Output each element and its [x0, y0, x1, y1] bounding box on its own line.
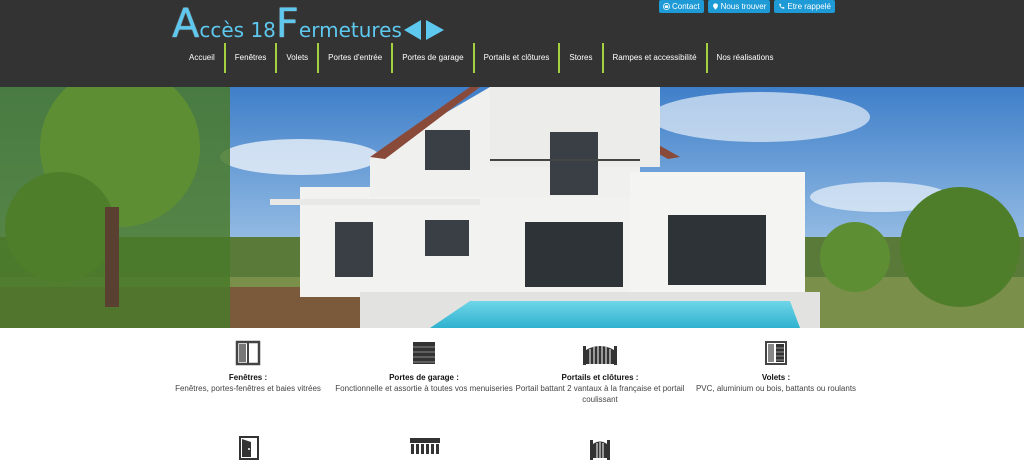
- logo-arrows-icon: [404, 20, 444, 40]
- nav-item-portails-clotures[interactable]: Portails et clôtures: [475, 43, 559, 73]
- feature-title: Portails et clôtures :: [561, 373, 639, 382]
- feature-portes-garage[interactable]: Portes de garage : Fonctionnelle et asso…: [334, 340, 514, 394]
- nav-item-volets[interactable]: Volets: [277, 43, 317, 73]
- logo-letter-a: A: [172, 1, 200, 47]
- logo-letter-f: F: [275, 1, 299, 47]
- feature-title: Volets :: [761, 373, 791, 382]
- feature-fence[interactable]: [588, 436, 612, 465]
- envelope-icon: [663, 3, 670, 10]
- find-us-button[interactable]: Nous trouver: [707, 0, 771, 13]
- feature-fenetres[interactable]: Fenêtres : Fenêtres, portes-fenêtres et …: [158, 340, 338, 394]
- hero-house-illustration: [0, 87, 1024, 328]
- main-nav: Accueil Fenêtres Volets Portes d'entrée …: [180, 43, 782, 73]
- feature-desc: Portail battant 2 vantaux à la française…: [515, 384, 685, 404]
- feature-title: Portes de garage :: [389, 373, 459, 382]
- nav-item-accueil[interactable]: Accueil: [180, 43, 224, 73]
- find-us-label: Nous trouver: [720, 2, 767, 11]
- nav-item-fenetres[interactable]: Fenêtres: [226, 43, 276, 73]
- top-action-buttons: Contact Nous trouver Etre rappelé: [659, 0, 835, 13]
- feature-volets[interactable]: Volets : PVC, aluminium ou bois, battant…: [686, 340, 866, 394]
- nav-item-stores[interactable]: Stores: [560, 43, 601, 73]
- callback-button[interactable]: Etre rappelé: [774, 0, 835, 13]
- feature-portails-clotures[interactable]: Portails et clôtures : Portail battant 2…: [510, 340, 690, 405]
- feature-entry-door[interactable]: [239, 436, 259, 465]
- shutter-icon: [765, 341, 787, 365]
- feature-awning[interactable]: [409, 436, 441, 461]
- awning-icon: [410, 438, 440, 454]
- map-pin-icon: [712, 3, 718, 10]
- site-header: A ccès 18 F ermetures Contact Nous trouv…: [0, 0, 1024, 87]
- contact-label: Contact: [672, 2, 700, 11]
- callback-label: Etre rappelé: [787, 2, 831, 11]
- nav-item-realisations[interactable]: Nos réalisations: [708, 43, 783, 73]
- entry-door-icon: [239, 436, 259, 460]
- phone-icon: [779, 3, 785, 9]
- feature-desc: Fenêtres, portes-fenêtres et baies vitré…: [175, 384, 321, 393]
- window-icon: [235, 340, 261, 366]
- feature-desc: PVC, aluminium ou bois, battants ou roul…: [695, 384, 857, 393]
- contact-button[interactable]: Contact: [659, 0, 704, 13]
- site-logo[interactable]: A ccès 18 F ermetures: [172, 2, 402, 46]
- nav-item-portes-garage[interactable]: Portes de garage: [393, 43, 472, 73]
- nav-item-portes-entree[interactable]: Portes d'entrée: [319, 43, 391, 73]
- hero-banner: [0, 87, 1024, 328]
- gate-icon: [583, 346, 617, 365]
- fence-icon: [590, 440, 610, 460]
- garage-door-icon: [413, 342, 435, 364]
- nav-item-rampes[interactable]: Rampes et accessibilité: [604, 43, 706, 73]
- feature-title: Fenêtres :: [228, 373, 268, 382]
- feature-desc: Fonctionnelle et assortie à toutes vos m…: [335, 384, 513, 393]
